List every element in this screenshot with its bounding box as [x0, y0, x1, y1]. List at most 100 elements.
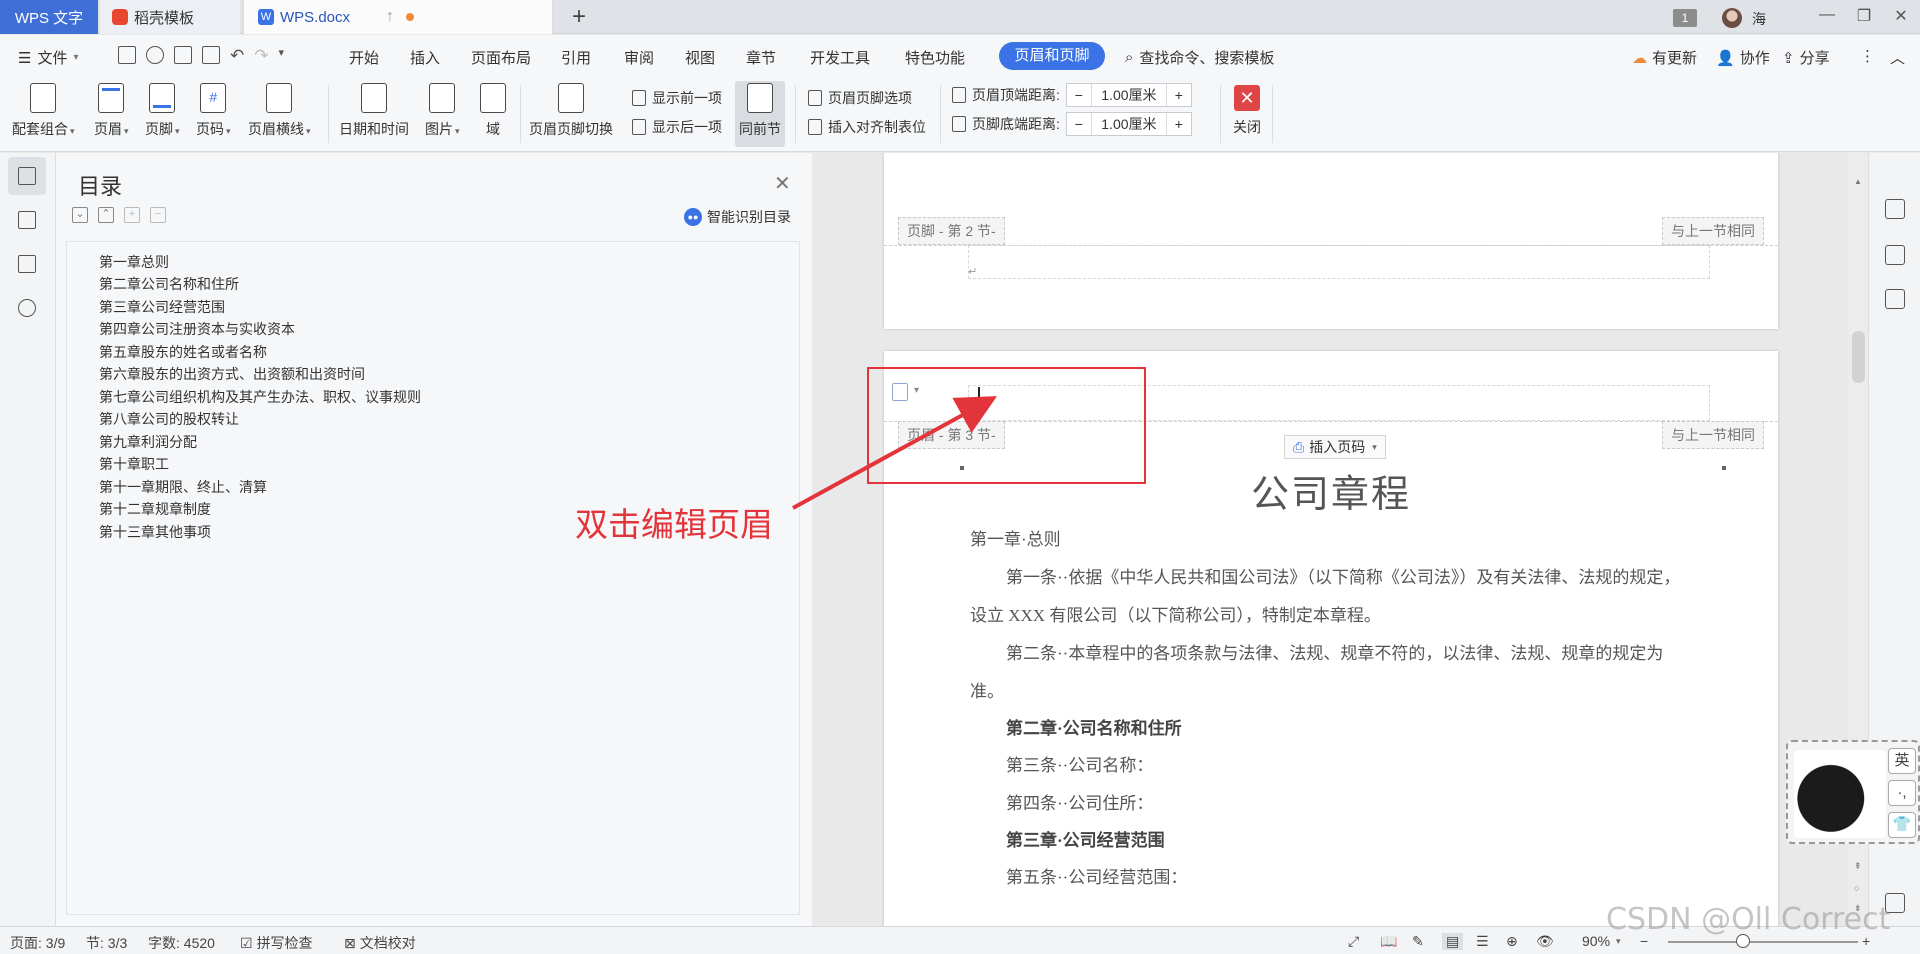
- doc-line[interactable]: 准。: [970, 673, 1004, 711]
- toc-item[interactable]: 第六章股东的出资方式、出资额和出资时间: [99, 364, 365, 384]
- show-prev-button[interactable]: 显示前一项: [632, 88, 722, 108]
- new-tab-button[interactable]: +: [572, 3, 586, 31]
- combo-button[interactable]: 配套组合 ▾: [12, 83, 75, 139]
- toc-item[interactable]: 第三章公司经营范围: [99, 297, 225, 317]
- menu-insert[interactable]: 插入: [410, 47, 440, 68]
- header-line-button[interactable]: 页眉横线 ▾: [248, 83, 311, 139]
- add-icon[interactable]: +: [124, 207, 140, 223]
- doc-line[interactable]: 第一章·总则: [970, 521, 1061, 559]
- chapter-nav-button[interactable]: [8, 201, 46, 239]
- show-next-button[interactable]: 显示后一项: [632, 117, 722, 137]
- doc-heading[interactable]: 第三章·公司经营范围: [1006, 822, 1165, 860]
- menu-home[interactable]: 开始: [349, 47, 379, 68]
- doc-line[interactable]: 设立 XXX 有限公司（以下简称公司），特制定本章程。: [970, 597, 1381, 635]
- doc-heading[interactable]: 第二章·公司名称和住所: [1006, 710, 1182, 748]
- footer-edit-area[interactable]: [968, 245, 1710, 279]
- ime-skin-button[interactable]: 👕: [1888, 812, 1916, 838]
- increase-button[interactable]: +: [1167, 116, 1191, 132]
- undo-icon[interactable]: ↶: [230, 46, 244, 66]
- share-button[interactable]: ⇪ 分享: [1782, 47, 1830, 68]
- save-icon[interactable]: [118, 46, 136, 64]
- same-as-previous-button[interactable]: 同前节: [735, 81, 785, 147]
- ime-skin-widget[interactable]: 英 ·, 👕: [1786, 740, 1920, 844]
- menu-special[interactable]: 特色功能: [905, 47, 965, 68]
- picture-button[interactable]: 图片 ▾: [425, 83, 460, 139]
- more-options-icon[interactable]: ⋮: [1860, 47, 1875, 65]
- page-indicator[interactable]: 页面: 3/9: [10, 933, 65, 953]
- outline-view-icon[interactable]: ☰: [1476, 933, 1489, 950]
- word-count[interactable]: 字数: 4520: [148, 933, 215, 953]
- format-painter-icon[interactable]: [146, 46, 164, 64]
- toc-item[interactable]: 第九章利润分配: [99, 432, 197, 452]
- zoom-slider[interactable]: [1668, 941, 1858, 943]
- tab-document[interactable]: W WPS.docx ↑: [243, 0, 553, 34]
- sync-up-icon[interactable]: ↑: [386, 8, 394, 26]
- close-icon[interactable]: ✕: [774, 171, 791, 196]
- collapse-ribbon-icon[interactable]: ︿: [1890, 47, 1905, 68]
- web-view-icon[interactable]: ⊕: [1506, 933, 1518, 950]
- doc-line[interactable]: 第三条··公司名称：: [1006, 747, 1153, 785]
- user-name[interactable]: 海: [1752, 9, 1766, 29]
- page-section-2[interactable]: 页脚 - 第 2 节- 与上一节相同 ↵: [884, 153, 1778, 329]
- menu-developer[interactable]: 开发工具: [810, 47, 870, 68]
- proofread-button[interactable]: ⊠ 文档校对: [344, 933, 416, 953]
- ime-mode-button[interactable]: 英: [1888, 748, 1916, 774]
- update-button[interactable]: ☁ 有更新: [1632, 47, 1697, 68]
- toc-item[interactable]: 第七章公司组织机构及其产生办法、职权、议事规则: [99, 387, 421, 407]
- expand-icon[interactable]: ⌄: [72, 207, 88, 223]
- section-indicator[interactable]: 节: 3/3: [86, 933, 127, 953]
- insert-page-number-button[interactable]: ⎙ 插入页码 ▾: [1284, 435, 1386, 459]
- smart-toc-button[interactable]: ●● 智能识别目录: [684, 207, 791, 227]
- command-search[interactable]: ⌕ 查找命令、搜索模板: [1125, 47, 1274, 68]
- datetime-button[interactable]: 日期和时间: [339, 83, 409, 139]
- ime-punct-button[interactable]: ·,: [1888, 780, 1916, 806]
- header-distance-stepper[interactable]: − 1.00厘米 +: [1065, 83, 1192, 107]
- tab-daoke-templates[interactable]: 稻壳模板: [100, 0, 240, 34]
- prev-page-icon[interactable]: ⇞: [1854, 861, 1862, 872]
- write-mode-icon[interactable]: ✎: [1412, 933, 1424, 950]
- toc-item[interactable]: 第八章公司的股权转让: [99, 409, 239, 429]
- decrease-button[interactable]: −: [1067, 87, 1091, 103]
- menu-view[interactable]: 视图: [685, 47, 715, 68]
- collab-button[interactable]: 👤 协作: [1716, 47, 1770, 68]
- hf-switch-button[interactable]: 页眉页脚切换: [529, 83, 613, 139]
- toc-item[interactable]: 第十一章期限、终止、清算: [99, 477, 267, 497]
- settings-sliders-icon[interactable]: [1885, 289, 1905, 309]
- decrease-button[interactable]: −: [1067, 116, 1091, 132]
- window-close-button[interactable]: ✕: [1889, 6, 1913, 28]
- toc-item[interactable]: 第五章股东的姓名或者名称: [99, 342, 267, 362]
- doc-line[interactable]: 第四条··公司住所：: [1006, 785, 1153, 823]
- tab-wps-writer[interactable]: WPS 文字: [0, 0, 98, 34]
- pointer-icon[interactable]: [1885, 245, 1905, 265]
- read-mode-icon[interactable]: 📖: [1380, 933, 1397, 950]
- toc-item[interactable]: 第十三章其他事项: [99, 522, 211, 542]
- print-icon[interactable]: [174, 46, 192, 64]
- pen-icon[interactable]: [1885, 199, 1905, 219]
- header-button[interactable]: 页眉 ▾: [94, 83, 129, 139]
- select-browse-icon[interactable]: ○: [1854, 883, 1859, 893]
- file-menu[interactable]: ☰ 文件 ▾: [18, 47, 79, 68]
- print-preview-icon[interactable]: [202, 46, 220, 64]
- fullscreen-icon[interactable]: ⤢: [1348, 933, 1359, 950]
- field-button[interactable]: 域: [480, 83, 506, 139]
- restore-button[interactable]: ❐: [1852, 6, 1876, 28]
- bookmark-nav-button[interactable]: [8, 245, 46, 283]
- collapse-icon[interactable]: ⌃: [98, 207, 114, 223]
- menu-review[interactable]: 审阅: [624, 47, 654, 68]
- tab-header-footer[interactable]: 页眉和页脚: [999, 42, 1105, 70]
- remove-icon[interactable]: −: [150, 207, 166, 223]
- menu-chapter[interactable]: 章节: [746, 47, 776, 68]
- toc-nav-button[interactable]: [8, 157, 46, 195]
- scrollbar-thumb[interactable]: [1852, 331, 1865, 383]
- toc-item[interactable]: 第一章总则: [99, 252, 169, 272]
- doc-line[interactable]: 第一条··依据《中华人民共和国公司法》（以下简称《公司法》）及有关法律、法规的规…: [1006, 559, 1680, 597]
- window-count-badge[interactable]: 1: [1673, 9, 1697, 27]
- close-header-footer-button[interactable]: ✕ 关闭: [1233, 85, 1261, 137]
- toc-item[interactable]: 第二章公司名称和住所: [99, 274, 239, 294]
- footer-distance-input[interactable]: 1.00厘米: [1090, 113, 1167, 135]
- insert-align-tab-button[interactable]: 插入对齐制表位: [808, 117, 926, 137]
- page-number-button[interactable]: # 页码 ▾: [196, 83, 231, 139]
- find-nav-button[interactable]: [8, 289, 46, 327]
- footer-distance-stepper[interactable]: − 1.00厘米 +: [1065, 112, 1192, 136]
- customize-dropdown-icon[interactable]: ▾: [279, 46, 285, 66]
